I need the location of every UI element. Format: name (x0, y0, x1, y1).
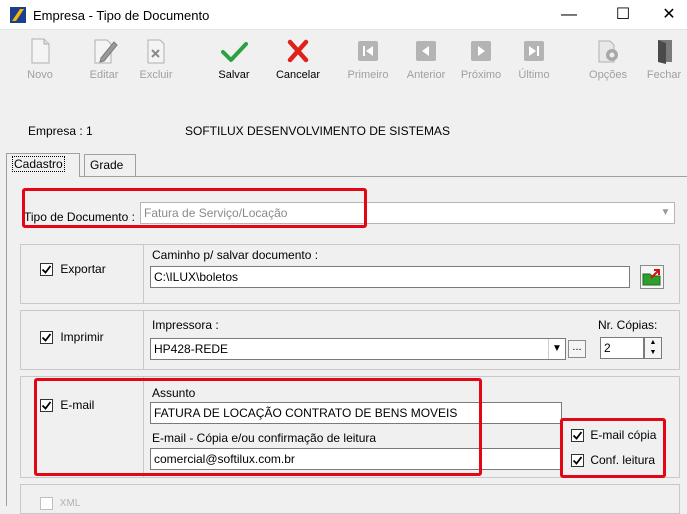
window-title: Empresa - Tipo de Documento (33, 8, 210, 23)
path-input[interactable]: C:\ILUX\boletos (150, 266, 630, 288)
last-record-button[interactable]: Último (506, 36, 562, 96)
divider (143, 244, 144, 304)
company-label: Empresa : 1 (28, 124, 93, 138)
imprimir-label: Imprimir (60, 330, 104, 344)
title-bar: Empresa - Tipo de Documento — ☐ ✕ (0, 0, 687, 30)
chevron-down-icon[interactable]: ▼ (657, 203, 674, 223)
previous-record-icon (416, 41, 436, 61)
toolbar: Novo Editar Excluir Salvar Cancelar Prim… (0, 30, 687, 102)
copies-spinner[interactable]: ▲ ▼ (644, 337, 662, 359)
last-record-icon (524, 41, 544, 61)
new-button[interactable]: Novo (12, 36, 68, 96)
copies-input[interactable]: 2 (600, 337, 644, 359)
divider (143, 310, 144, 370)
xml-group (20, 484, 680, 514)
close-button[interactable]: ✕ (646, 0, 687, 30)
first-record-icon (358, 41, 378, 61)
spin-up-icon[interactable]: ▲ (645, 338, 661, 348)
xml-label: XML (59, 498, 81, 510)
browse-folder-button[interactable] (640, 265, 664, 289)
printer-combo[interactable]: HP428-REDE ▼ (150, 338, 566, 360)
tab-cadastro[interactable]: Cadastro (6, 153, 80, 177)
edit-pencil-icon (94, 39, 118, 64)
company-name: SOFTILUX DESENVOLVIMENTO DE SISTEMAS (185, 124, 450, 138)
options-button[interactable]: Opções (580, 36, 636, 96)
exportar-label: Exportar (60, 262, 106, 276)
next-record-icon (471, 41, 491, 61)
minimize-button[interactable]: — (546, 0, 592, 30)
next-record-button[interactable]: Próximo (453, 36, 509, 96)
imprimir-checkbox[interactable]: Imprimir (40, 330, 104, 345)
delete-document-icon (147, 39, 165, 64)
highlight-email-fields (34, 378, 482, 476)
options-gear-icon (598, 40, 618, 63)
delete-button[interactable]: Excluir (128, 36, 184, 96)
printer-label: Impressora : (152, 318, 219, 332)
exportar-checkbox[interactable]: Exportar (40, 262, 106, 277)
exit-button[interactable]: Fechar (636, 36, 687, 96)
checkbox-box[interactable] (40, 263, 53, 277)
path-label: Caminho p/ salvar documento : (152, 248, 319, 262)
maximize-button[interactable]: ☐ (600, 0, 646, 30)
highlight-email-options (560, 418, 666, 478)
highlight-tipo-documento (22, 188, 367, 228)
checkmark-icon (41, 265, 52, 275)
printer-browse-button[interactable]: ... (568, 340, 586, 358)
checkbox-box[interactable] (40, 497, 53, 510)
checkbox-box[interactable] (40, 331, 53, 345)
save-button[interactable]: Salvar (206, 36, 262, 96)
checkmark-icon (221, 42, 248, 62)
xml-checkbox[interactable]: XML (40, 497, 80, 510)
first-record-button[interactable]: Primeiro (340, 36, 396, 96)
tab-grade[interactable]: Grade (84, 154, 136, 176)
app-logo-icon (10, 7, 26, 23)
copies-label: Nr. Cópias: (598, 318, 658, 332)
previous-record-button[interactable]: Anterior (398, 36, 454, 96)
folder-arrow-icon (642, 269, 661, 286)
checkmark-icon (41, 333, 52, 343)
red-x-icon (287, 39, 309, 63)
exit-door-icon (658, 40, 672, 64)
new-document-icon (31, 38, 50, 64)
edit-button[interactable]: Editar (76, 36, 132, 96)
chevron-down-icon[interactable]: ▼ (548, 339, 565, 359)
cancel-button[interactable]: Cancelar (270, 36, 326, 96)
spin-down-icon[interactable]: ▼ (645, 348, 661, 358)
